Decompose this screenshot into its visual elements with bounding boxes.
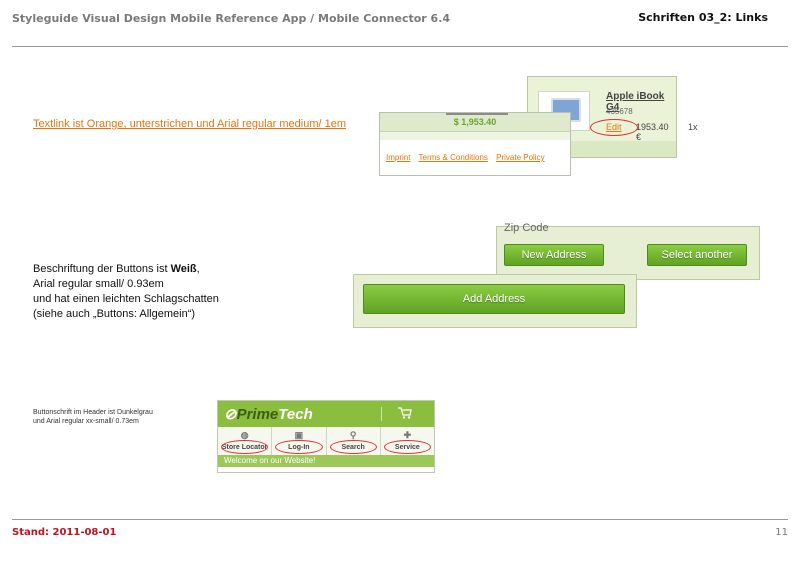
- header-bar: ⊘PrimeTech: [218, 401, 434, 427]
- document-title: Styleguide Visual Design Mobile Referenc…: [12, 12, 451, 25]
- globe-icon: ◍: [240, 430, 249, 440]
- header-nav-buttons: ◍ Store Locator ▣ Log-In ⚲ Search ✚ Serv…: [218, 427, 434, 455]
- footer-divider: [12, 519, 788, 520]
- textlink-description: Textlink ist Orange, unterstrichen und A…: [33, 118, 347, 130]
- highlight-oval: [275, 440, 323, 454]
- cart-icon[interactable]: [398, 407, 412, 419]
- desc-line4: (siehe auch „Buttons: Allgemein“): [33, 308, 196, 320]
- welcome-banner: Welcome on our Website!: [218, 455, 434, 467]
- highlight-oval: [329, 440, 377, 454]
- zip-code-label: Zip Code: [504, 222, 549, 234]
- privacy-link[interactable]: Private Policy: [496, 153, 544, 162]
- highlight-oval: [383, 440, 431, 454]
- desc-line1-bold: Weiß: [170, 263, 197, 275]
- highlight-oval: [221, 440, 269, 454]
- product-sku: 435678: [606, 107, 633, 116]
- logo-icon: ⊘: [224, 406, 237, 423]
- stand-date: Stand: 2011-08-01: [12, 527, 117, 538]
- header-divider: [12, 46, 788, 47]
- new-address-button[interactable]: New Address: [504, 244, 604, 266]
- desc-line1-suffix: ,: [196, 263, 200, 275]
- lock-icon: ▣: [294, 430, 304, 440]
- page-section-title: Schriften 03_2: Links: [638, 11, 768, 24]
- terms-link[interactable]: Terms & Conditions: [419, 153, 488, 162]
- desc-line2: Arial regular small/ 0.93em: [33, 278, 164, 290]
- product-price: 1953.40 €: [636, 122, 669, 142]
- product-qty: 1x: [688, 122, 698, 132]
- page-number: 11: [775, 527, 788, 538]
- footer-links: Imprint Terms & Conditions Private Polic…: [386, 153, 551, 162]
- logo-part1: Prime: [236, 406, 279, 423]
- app-header-preview: ⊘PrimeTech ◍ Store Locator ▣ Log-In ⚲ Se…: [217, 400, 435, 473]
- login-button[interactable]: ▣ Log-In: [272, 427, 327, 455]
- order-total: $ 1,953.40: [380, 113, 570, 132]
- zip-code-panel: Zip Code New Address Select another: [496, 222, 760, 280]
- primetech-logo: ⊘PrimeTech: [224, 405, 313, 423]
- logo-part2: Tech: [278, 406, 313, 423]
- total-divider: [446, 113, 508, 115]
- header-button-description: Buttonschrift im Header ist Dunkelgrau u…: [33, 408, 153, 426]
- button-description: Beschriftung der Buttons ist Weiß, Arial…: [33, 262, 219, 322]
- header-desc-line1: Buttonschrift im Header ist Dunkelgrau: [33, 409, 153, 416]
- search-button[interactable]: ⚲ Search: [326, 427, 381, 455]
- imprint-link[interactable]: Imprint: [386, 153, 410, 162]
- select-another-button[interactable]: Select another: [647, 244, 747, 266]
- service-button[interactable]: ✚ Service: [380, 427, 434, 455]
- edit-link[interactable]: Edit: [606, 122, 622, 132]
- add-address-button[interactable]: Add Address: [363, 284, 625, 314]
- header-separator: [381, 407, 382, 421]
- panel-subband: [380, 132, 570, 140]
- tools-icon: ✚: [403, 430, 412, 440]
- desc-line1-prefix: Beschriftung der Buttons ist: [33, 263, 171, 275]
- add-address-panel: Add Address: [353, 274, 637, 328]
- search-icon: ⚲: [349, 430, 357, 440]
- header-desc-line2: und Arial regular xx-small/ 0.73em: [33, 418, 139, 425]
- desc-line3: und hat einen leichten Schlagschatten: [33, 293, 219, 305]
- footer-links-panel: $ 1,953.40 Imprint Terms & Conditions Pr…: [379, 112, 571, 176]
- store-locator-button[interactable]: ◍ Store Locator: [218, 427, 273, 455]
